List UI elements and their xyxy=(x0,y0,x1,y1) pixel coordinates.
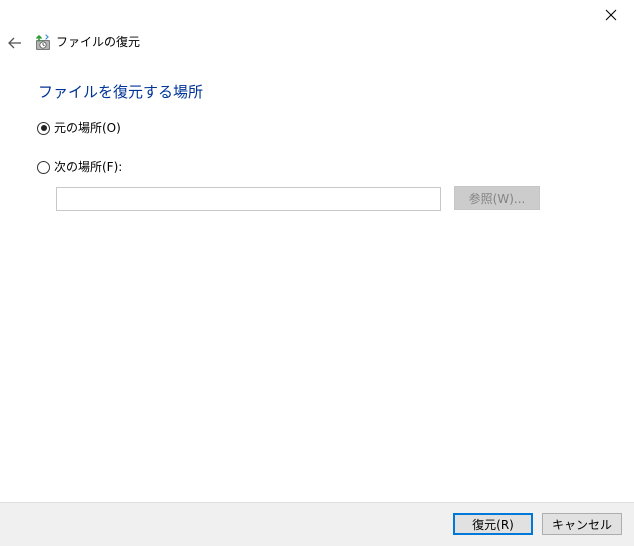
option-original-location-label: 元の場所(O) xyxy=(54,121,121,135)
close-icon xyxy=(605,9,617,21)
cancel-button[interactable]: キャンセル xyxy=(542,513,622,535)
page-heading: ファイルを復元する場所 xyxy=(38,83,204,101)
window-title: ファイルの復元 xyxy=(56,35,141,49)
location-path-input[interactable] xyxy=(56,187,441,211)
option-next-location[interactable]: 次の場所(F): xyxy=(37,158,122,176)
radio-original-location[interactable] xyxy=(37,121,50,135)
back-arrow-icon xyxy=(8,37,21,49)
restore-files-dialog: ファイルの復元 ファイルを復元する場所 元の場所(O) 次の場所(F): 参照(… xyxy=(0,0,634,546)
browse-button[interactable]: 参照(W)... xyxy=(454,186,540,210)
back-button[interactable] xyxy=(4,32,26,54)
option-next-location-label: 次の場所(F): xyxy=(54,160,123,174)
radio-next-location[interactable] xyxy=(37,160,50,174)
title-bar: ファイルの復元 xyxy=(0,30,400,56)
option-original-location[interactable]: 元の場所(O) xyxy=(37,119,121,137)
restore-button[interactable]: 復元(R) xyxy=(453,513,533,535)
restore-files-icon xyxy=(36,34,50,50)
close-button[interactable] xyxy=(588,0,634,30)
dialog-footer: 復元(R) キャンセル xyxy=(0,502,634,546)
radio-selected-dot xyxy=(40,125,47,131)
